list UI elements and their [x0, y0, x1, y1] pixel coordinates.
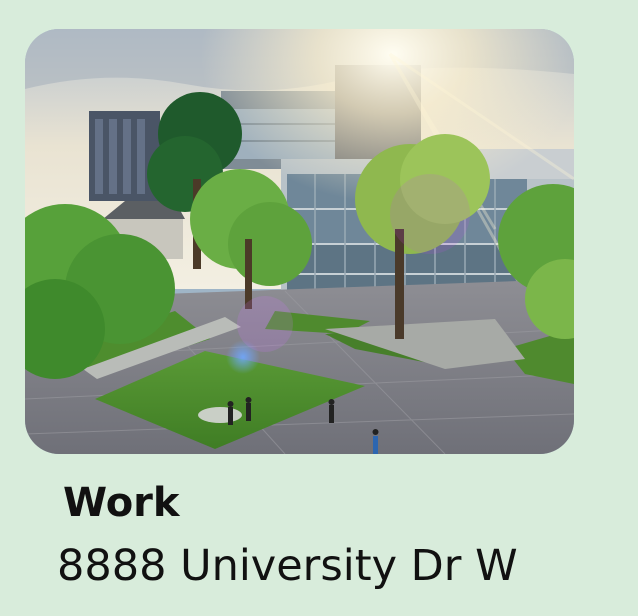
place-label: Work: [63, 480, 180, 526]
saved-place-card[interactable]: Work 8888 University Dr W: [0, 0, 638, 616]
place-photo[interactable]: [25, 29, 574, 454]
place-address: 8888 University Dr W: [57, 541, 518, 591]
campus-photo-image: [25, 29, 574, 454]
